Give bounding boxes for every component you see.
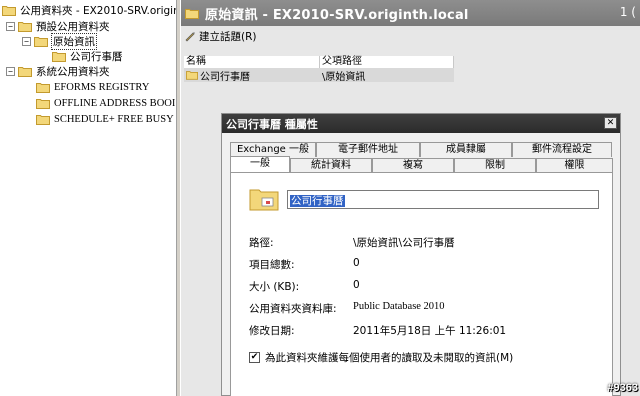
tree-item-label: 系統公用資料夾: [36, 66, 110, 78]
dialog-title-bar[interactable]: 公司行事曆 種屬性 ✕: [222, 114, 620, 133]
total-items-label: 項目總數:: [249, 259, 295, 271]
tree-item-selected-folder[interactable]: − 原始資訊: [22, 33, 97, 50]
checkbox-label: 為此資料夾維護每個使用者的讀取及未閱取的資訊(M): [265, 352, 514, 364]
path-value: \原始資訊\公司行事曆: [353, 237, 455, 249]
tab-row-top: Exchange 一般 電子郵件地址 成員隸屬 郵件流程設定: [230, 142, 612, 157]
tab-panel-general: 公司行事曆 路徑: \原始資訊\公司行事曆 項目總數: 0 大小 (KB): 0…: [230, 172, 613, 396]
properties-dialog: 公司行事曆 種屬性 ✕ Exchange 一般 電子郵件地址 成員隸屬 郵件流程…: [221, 113, 621, 396]
tab-exchange-general[interactable]: Exchange 一般: [230, 142, 316, 157]
divider: [249, 343, 599, 344]
new-post-label-tail: 話題(R): [220, 30, 257, 43]
database-value: Public Database 2010: [353, 301, 445, 312]
folder-icon: [18, 22, 32, 32]
tree-item-system-folders[interactable]: − 系統公用資料夾: [6, 64, 110, 79]
tree-item-label: 公司行事曆: [70, 51, 123, 63]
tree-item-label: 原始資訊: [51, 33, 97, 50]
tree-item-default-folders[interactable]: − 預設公用資料夾: [6, 19, 110, 34]
folder-name-value: 公司行事曆: [290, 195, 345, 207]
result-pane-header: 原始資訊 - EX2010-SRV.originth.local 1 (: [181, 0, 640, 26]
folder-tree: 公用資料夾 - EX2010-SRV.origint − 預設公用資料夾 − 原…: [0, 0, 176, 396]
tree-item-schedule-free-busy[interactable]: SCHEDULE+ FREE BUSY: [36, 112, 174, 127]
tab-statistics[interactable]: 統計資料: [290, 158, 372, 173]
collapse-toggle-icon[interactable]: −: [6, 22, 15, 31]
tab-limits[interactable]: 限制: [454, 158, 536, 173]
new-post-button[interactable]: 建立話題(R): [199, 29, 257, 44]
modified-date-value: 2011年5月18日 上午 11:26:01: [353, 325, 507, 337]
tree-item-label: EFORMS REGISTRY: [54, 82, 150, 93]
tree-item-label: SCHEDULE+ FREE BUSY: [54, 114, 174, 125]
tree-root[interactable]: 公用資料夾 - EX2010-SRV.origint: [2, 3, 176, 18]
folder-icon: [185, 8, 199, 19]
size-label: 大小 (KB):: [249, 281, 300, 293]
tree-item-eforms[interactable]: EFORMS REGISTRY: [36, 80, 149, 95]
checkbox-checked-icon[interactable]: ✔: [249, 352, 260, 363]
path-label: 路徑:: [249, 237, 274, 249]
folder-icon: [52, 52, 66, 62]
tree-item-offline-address-book[interactable]: OFFLINE ADDRESS BOOI: [36, 96, 175, 111]
tab-mail-flow-settings[interactable]: 郵件流程設定: [512, 142, 612, 157]
tab-member-of[interactable]: 成員隸屬: [420, 142, 512, 157]
tree-item-label: OFFLINE ADDRESS BOOI: [54, 98, 176, 109]
folder-icon: [18, 67, 32, 77]
tree-item-label: 預設公用資料夾: [36, 21, 110, 33]
result-pane-title: 原始資訊 - EX2010-SRV.originth.local: [205, 7, 469, 23]
folder-icon: [186, 71, 198, 80]
folder-icon: [36, 99, 50, 109]
modified-date-label: 修改日期:: [249, 325, 295, 337]
new-post-label-head: 建立: [199, 30, 220, 43]
list-item-name-text: 公司行事曆: [200, 71, 250, 83]
toolbar: 建立話題(R): [181, 26, 640, 46]
divider: [249, 221, 599, 222]
dialog-title: 公司行事曆 種屬性: [226, 117, 318, 131]
tab-permissions[interactable]: 權限: [536, 158, 613, 173]
close-button[interactable]: ✕: [604, 117, 617, 129]
tree-item-child-folder[interactable]: 公司行事曆: [52, 49, 123, 64]
list-item[interactable]: 公司行事曆 \原始資訊: [184, 68, 454, 83]
database-label: 公用資料夾資料庫:: [249, 303, 337, 315]
size-value: 0: [353, 279, 360, 291]
tab-general[interactable]: 一般: [230, 156, 290, 173]
folder-icon: [34, 37, 48, 47]
collapse-toggle-icon[interactable]: −: [22, 37, 31, 46]
tab-row-bottom: 一般 統計資料 複寫 限制 權限: [230, 156, 613, 173]
new-post-icon[interactable]: [184, 30, 196, 42]
column-header-parent-path[interactable]: 父項路徑: [320, 56, 454, 68]
watermark: #9363: [607, 382, 638, 394]
folder-icon: [36, 83, 50, 93]
folder-name-field[interactable]: 公司行事曆: [287, 190, 599, 209]
collapse-toggle-icon[interactable]: −: [6, 67, 15, 76]
total-items-value: 0: [353, 257, 360, 269]
tab-replication[interactable]: 複寫: [372, 158, 454, 173]
folder-icon: [2, 6, 16, 16]
public-folder-icon: [249, 189, 279, 211]
column-header-name[interactable]: 名稱: [184, 56, 320, 68]
list-item-path: \原始資訊: [322, 71, 366, 83]
read-unread-checkbox[interactable]: ✔ 為此資料夾維護每個使用者的讀取及未閱取的資訊(M): [249, 350, 513, 365]
tab-email-addresses[interactable]: 電子郵件地址: [316, 142, 420, 157]
folder-icon: [36, 115, 50, 125]
list-item-name: 公司行事曆: [184, 68, 320, 83]
tree-root-label: 公用資料夾 - EX2010-SRV.origint: [20, 5, 176, 17]
result-count: 1 (: [619, 5, 636, 19]
